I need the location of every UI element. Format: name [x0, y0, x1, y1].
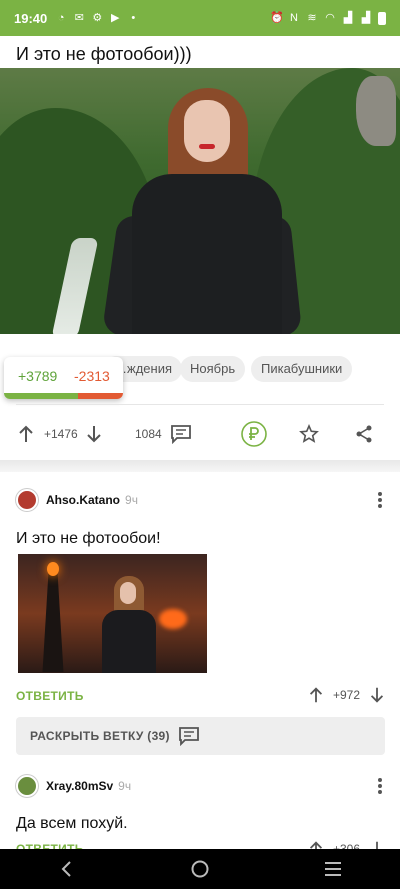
arrow-up-icon[interactable]	[307, 686, 325, 704]
nav-recents-button[interactable]	[313, 849, 353, 889]
ruble-icon	[241, 421, 267, 447]
tag-chip[interactable]: Ноябрь	[180, 356, 246, 382]
system-nav-bar	[0, 849, 400, 889]
tag-chip[interactable]: Пикабушники	[251, 356, 353, 382]
vibrate-icon: ≋	[307, 12, 317, 24]
menu-icon	[325, 862, 342, 876]
comment-rating: +972	[332, 688, 360, 702]
comment-header: Ahso.Katano 9ч	[16, 489, 138, 511]
downvote-bar	[78, 393, 123, 399]
comment-icon	[178, 727, 199, 746]
downvote-button[interactable]	[84, 424, 104, 444]
avatar[interactable]	[16, 489, 38, 511]
comment-icon	[170, 425, 191, 444]
settings-icon: ⚙	[92, 12, 103, 24]
downvotes-count: -2313	[74, 368, 110, 384]
arrow-down-icon[interactable]	[368, 686, 386, 704]
battery-icon	[378, 11, 386, 25]
expand-thread-label: РАСКРЫТЬ ВЕТКУ (39)	[30, 729, 170, 743]
upvotes-count: +3789	[18, 368, 58, 384]
reply-button[interactable]: ОТВЕТИТЬ	[16, 689, 84, 703]
status-time: 19:40	[14, 10, 48, 26]
avatar[interactable]	[16, 775, 38, 797]
share-button[interactable]	[354, 424, 374, 444]
nav-back-button[interactable]	[47, 849, 87, 889]
comment-image[interactable]	[18, 554, 207, 673]
status-bar: 19:40 ◔ ✉ ⚙ ▶ • ⏰ N ≋ ◠ ▟ ▟	[0, 0, 400, 36]
comment-time: 9ч	[118, 779, 132, 793]
mail-icon: ✉	[74, 12, 84, 24]
comments-button[interactable]: 1084	[135, 424, 192, 444]
whatsapp-icon: ◔	[57, 12, 65, 24]
vote-breakdown-popup: +3789 -2313	[4, 357, 123, 399]
comment-text: Да всем похуй.	[16, 815, 128, 832]
dot-icon: •	[131, 12, 136, 24]
signal-icon: ▟	[343, 12, 353, 24]
comment-username[interactable]: Ahso.Katano	[46, 493, 120, 507]
post-title: И это не фотообои)))	[16, 44, 192, 64]
comment-menu-icon[interactable]	[378, 492, 382, 508]
upvote-button[interactable]	[16, 424, 36, 444]
home-icon	[191, 860, 209, 878]
post-rating: +1476	[44, 427, 78, 441]
save-button[interactable]	[299, 424, 319, 444]
arrow-up-icon	[19, 425, 33, 442]
expand-thread-button[interactable]: РАСКРЫТЬ ВЕТКУ (39)	[16, 717, 385, 755]
share-icon	[356, 425, 372, 443]
back-icon	[61, 861, 71, 877]
donate-button[interactable]	[241, 421, 267, 447]
upvote-bar	[4, 393, 78, 399]
signal-icon: ▟	[361, 12, 371, 24]
comment-votes: +972	[307, 686, 386, 704]
arrow-down-icon	[87, 426, 101, 443]
comment-time: 9ч	[125, 493, 138, 507]
alarm-icon: ⏰	[270, 12, 284, 24]
divider	[16, 404, 384, 405]
star-icon	[299, 424, 319, 443]
comment-username[interactable]: Xray.80mSv	[46, 779, 113, 793]
comment-header: Xray.80mSv 9ч	[16, 775, 131, 797]
section-separator	[0, 460, 400, 472]
wifi-icon: ◠	[325, 12, 335, 24]
comment-menu-icon[interactable]	[378, 778, 382, 794]
post-image[interactable]	[0, 68, 400, 334]
post-action-bar: +1476 1084	[0, 414, 400, 454]
comment-text: И это не фотообои!	[16, 530, 161, 547]
comments-count: 1084	[135, 427, 162, 441]
youtube-icon: ▶	[111, 12, 120, 24]
nav-home-button[interactable]	[180, 849, 220, 889]
nfc-icon: N	[290, 12, 298, 24]
